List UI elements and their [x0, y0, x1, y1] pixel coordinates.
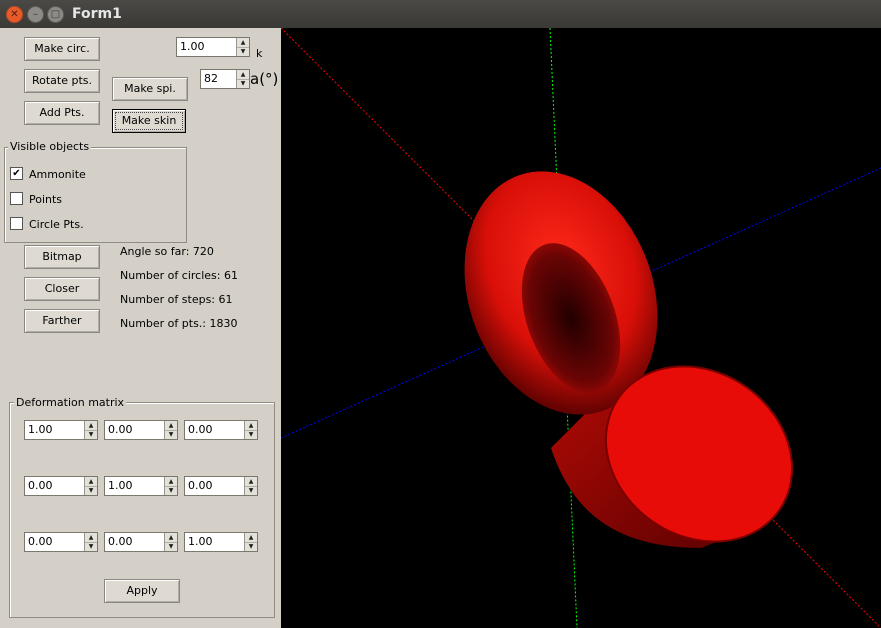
spin-down-icon[interactable]: ▼	[85, 430, 97, 439]
matrix-cell-0-2[interactable]: 0.00 ▲ ▼	[184, 420, 258, 440]
close-window-button[interactable]: ✕	[6, 6, 23, 23]
maximize-window-button[interactable]: □	[47, 6, 64, 23]
angle-spinbox[interactable]: 82 ▲ ▼	[200, 69, 250, 89]
points-checkbox[interactable]	[10, 192, 23, 205]
matrix-cell-1-1[interactable]: 1.00 ▲ ▼	[104, 476, 178, 496]
matrix-cell-2-1[interactable]: 0.00 ▲ ▼	[104, 532, 178, 552]
matrix-cell-0-0[interactable]: 1.00 ▲ ▼	[24, 420, 98, 440]
k-spinbox[interactable]: 1.00 ▲ ▼	[176, 37, 250, 57]
apply-button[interactable]: Apply	[104, 579, 180, 603]
matrix-cell-1-2[interactable]: 0.00 ▲ ▼	[184, 476, 258, 496]
k-value: 1.00	[180, 40, 205, 53]
spin-down-icon[interactable]: ▼	[237, 79, 249, 88]
spin-down-icon[interactable]: ▼	[165, 542, 177, 551]
closer-button[interactable]: Closer	[24, 277, 100, 301]
title-bar: ✕ – □ Form1	[0, 0, 881, 29]
farther-button[interactable]: Farther	[24, 309, 100, 333]
angle-stat: Angle so far: 720	[120, 245, 214, 258]
deformation-matrix-title: Deformation matrix	[14, 396, 127, 409]
spin-down-icon[interactable]: ▼	[165, 430, 177, 439]
3d-viewport[interactable]	[281, 28, 881, 628]
ammonite-checkbox[interactable]: ✔	[10, 167, 23, 180]
control-panel: Make circ. Rotate pts. Add Pts. Make spi…	[0, 28, 281, 628]
angle-label: a(°)	[250, 70, 279, 88]
k-label: k	[256, 47, 263, 60]
matrix-cell-2-2[interactable]: 1.00 ▲ ▼	[184, 532, 258, 552]
spin-down-icon[interactable]: ▼	[245, 486, 257, 495]
points-label: Points	[29, 193, 63, 206]
circle-pts-checkbox[interactable]	[10, 217, 23, 230]
matrix-cell-1-0[interactable]: 0.00 ▲ ▼	[24, 476, 98, 496]
ammonite-label: Ammonite	[29, 168, 86, 181]
add-pts-button[interactable]: Add Pts.	[24, 101, 100, 125]
circle-pts-label: Circle Pts.	[29, 218, 84, 231]
visible-objects-title: Visible objects	[8, 140, 92, 153]
circles-stat: Number of circles: 61	[120, 269, 238, 282]
rotate-pts-button[interactable]: Rotate pts.	[24, 69, 100, 93]
make-spi-button[interactable]: Make spi.	[112, 77, 188, 101]
spin-down-icon[interactable]: ▼	[237, 47, 249, 56]
ammonite-render	[281, 28, 881, 628]
matrix-cell-2-0[interactable]: 0.00 ▲ ▼	[24, 532, 98, 552]
window-title: Form1	[72, 6, 122, 22]
spin-down-icon[interactable]: ▼	[245, 542, 257, 551]
steps-stat: Number of steps: 61	[120, 293, 233, 306]
make-skin-button[interactable]: Make skin	[112, 109, 186, 133]
spin-down-icon[interactable]: ▼	[85, 542, 97, 551]
spin-down-icon[interactable]: ▼	[85, 486, 97, 495]
make-circ-button[interactable]: Make circ.	[24, 37, 100, 61]
minimize-window-button[interactable]: –	[27, 6, 44, 23]
spin-down-icon[interactable]: ▼	[245, 430, 257, 439]
spin-down-icon[interactable]: ▼	[165, 486, 177, 495]
bitmap-button[interactable]: Bitmap	[24, 245, 100, 269]
matrix-cell-0-1[interactable]: 0.00 ▲ ▼	[104, 420, 178, 440]
pts-stat: Number of pts.: 1830	[120, 317, 238, 330]
angle-value: 82	[204, 72, 218, 85]
